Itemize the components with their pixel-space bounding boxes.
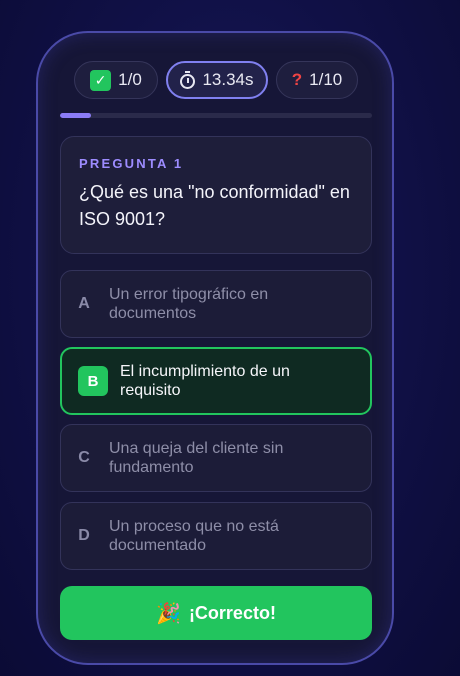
question-text: ¿Qué es una "no conformidad" en ISO 9001… — [79, 182, 350, 229]
feedback-text: ¡Correcto! — [188, 602, 276, 623]
option-d[interactable]: D Un proceso que no está documentado — [60, 502, 372, 570]
timer-pill: 13.34s — [166, 61, 268, 99]
progress-fill — [60, 113, 92, 118]
progress-bar — [60, 113, 372, 118]
correct-feedback-button[interactable]: 🎉 ¡Correcto! — [60, 586, 372, 640]
check-icon: ✓ — [90, 69, 112, 91]
option-letter: D — [78, 527, 90, 544]
option-letter: C — [78, 449, 90, 466]
score-value: 1/0 — [118, 70, 142, 89]
party-popper-icon: 🎉 — [156, 602, 181, 625]
timer-value: 13.34s — [202, 70, 254, 89]
option-a[interactable]: A Un error tipográfico en documentos — [60, 270, 372, 338]
option-text: El incumplimiento de un requisito — [120, 363, 290, 399]
option-text: Un proceso que no está documentado — [109, 518, 279, 554]
question-counter-pill: ? 1/10 — [276, 61, 358, 99]
option-text: Una queja del cliente sin fundamento — [109, 440, 284, 476]
score-pill: ✓ 1/0 — [74, 61, 158, 99]
option-text: Un error tipográfico en documentos — [109, 286, 269, 322]
question-card: PREGUNTA 1 ¿Qué es una "no conformidad" … — [60, 136, 372, 254]
option-letter: B — [78, 366, 108, 396]
question-counter-value: 1/10 — [309, 70, 343, 89]
stats-bar: ✓ 1/0 13.34s ? 1/10 — [38, 61, 392, 99]
quiz-card: ✓ 1/0 13.34s ? 1/10 PREGUNTA 1 ¿Qué es u… — [36, 31, 394, 665]
option-letter: A — [78, 295, 90, 312]
question-label: PREGUNTA 1 — [79, 156, 184, 171]
option-c[interactable]: C Una queja del cliente sin fundamento — [60, 424, 372, 492]
option-b[interactable]: B El incumplimiento de un requisito — [60, 347, 372, 415]
question-mark-icon: ? — [291, 70, 303, 89]
stopwatch-icon — [180, 70, 196, 89]
